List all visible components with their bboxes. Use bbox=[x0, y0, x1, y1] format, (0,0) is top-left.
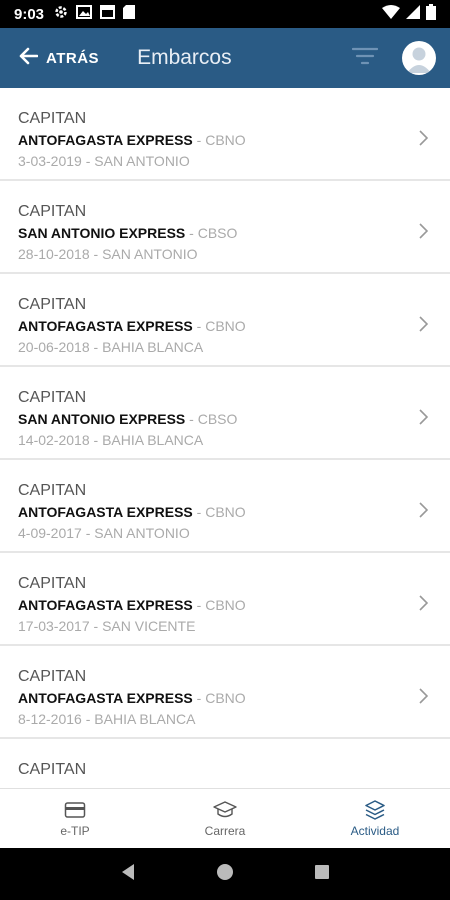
item-role: CAPITAN bbox=[18, 389, 87, 406]
avatar[interactable] bbox=[402, 41, 436, 75]
app-bar: ATRÁS Embarcos bbox=[0, 28, 450, 88]
item-code: CBSO bbox=[197, 225, 238, 241]
chevron-right-icon bbox=[418, 502, 429, 523]
item-date: 8-12-2016 bbox=[18, 711, 82, 727]
signal-icon bbox=[406, 5, 420, 23]
item-code: CBNO bbox=[205, 318, 246, 334]
bottom-nav: e-TIP Carrera Actividad bbox=[0, 788, 450, 848]
item-ship: SAN ANTONIO EXPRESS bbox=[18, 225, 186, 241]
arrow-left-icon bbox=[18, 47, 39, 70]
item-ship: ANTOFAGASTA EXPRESS bbox=[18, 504, 193, 520]
item-role: CAPITAN bbox=[18, 482, 87, 499]
item-date: 4-09-2017 bbox=[18, 525, 82, 541]
item-code: CBNO bbox=[205, 690, 246, 706]
item-role: CAPITAN bbox=[18, 761, 87, 778]
item-date: 3-03-2019 bbox=[18, 153, 82, 169]
nav-item-actividad[interactable]: Actividad bbox=[300, 789, 450, 848]
nav-item-etip[interactable]: e-TIP bbox=[0, 789, 150, 848]
system-home-icon[interactable] bbox=[216, 863, 234, 886]
item-role: CAPITAN bbox=[18, 575, 87, 592]
list-item[interactable]: CAPITAN ANTOFAGASTA EXPRESS - CBNO 20-06… bbox=[0, 274, 450, 367]
chevron-right-icon bbox=[418, 409, 429, 430]
filter-icon[interactable] bbox=[351, 47, 379, 70]
settings-gear-icon bbox=[54, 5, 68, 23]
item-port: SAN VICENTE bbox=[102, 618, 196, 634]
system-nav-bar bbox=[0, 848, 450, 900]
sd-card-icon bbox=[123, 5, 136, 23]
item-role: CAPITAN bbox=[18, 110, 87, 127]
item-code: CBNO bbox=[205, 132, 246, 148]
nav-label-etip: e-TIP bbox=[60, 823, 90, 838]
back-button[interactable]: ATRÁS bbox=[18, 47, 99, 70]
list-item[interactable]: CAPITAN SAN ANTONIO EXPRESS - CBSO 14-02… bbox=[0, 367, 450, 460]
item-port: BAHIA BLANCA bbox=[94, 711, 196, 727]
item-code: CBSO bbox=[197, 411, 238, 427]
battery-icon bbox=[426, 4, 436, 24]
item-port: SAN ANTONIO bbox=[94, 525, 190, 541]
item-role: CAPITAN bbox=[18, 203, 87, 220]
list-item[interactable]: CAPITAN bbox=[0, 739, 450, 788]
item-port: BAHIA BLANCA bbox=[102, 432, 204, 448]
item-date: 20-06-2018 bbox=[18, 339, 90, 355]
list-item[interactable]: CAPITAN SAN ANTONIO EXPRESS - CBSO 28-10… bbox=[0, 181, 450, 274]
item-ship: ANTOFAGASTA EXPRESS bbox=[18, 690, 193, 706]
list-item[interactable]: CAPITAN ANTOFAGASTA EXPRESS - CBNO 4-09-… bbox=[0, 460, 450, 553]
window-icon bbox=[100, 5, 116, 23]
item-code: CBNO bbox=[205, 504, 246, 520]
item-ship: ANTOFAGASTA EXPRESS bbox=[18, 132, 193, 148]
chevron-right-icon bbox=[418, 223, 429, 244]
item-port: BAHIA BLANCA bbox=[102, 339, 204, 355]
page-title: Embarcos bbox=[137, 46, 232, 69]
item-ship: ANTOFAGASTA EXPRESS bbox=[18, 597, 193, 613]
item-date: 28-10-2018 bbox=[18, 246, 90, 262]
chevron-right-icon bbox=[418, 595, 429, 616]
item-ship: SAN ANTONIO EXPRESS bbox=[18, 411, 186, 427]
nav-item-carrera[interactable]: Carrera bbox=[150, 789, 300, 848]
status-time: 9:03 bbox=[14, 5, 45, 23]
item-date: 14-02-2018 bbox=[18, 432, 90, 448]
item-role: CAPITAN bbox=[18, 296, 87, 313]
nav-label-actividad: Actividad bbox=[350, 823, 400, 838]
nav-label-carrera: Carrera bbox=[204, 823, 246, 838]
layers-icon bbox=[364, 799, 386, 820]
chevron-right-icon bbox=[418, 316, 429, 337]
gallery-icon bbox=[76, 5, 93, 23]
system-back-icon[interactable] bbox=[120, 863, 136, 886]
chevron-right-icon bbox=[418, 688, 429, 709]
status-bar: 9:03 bbox=[0, 0, 450, 28]
embarcos-list[interactable]: CAPITAN ANTOFAGASTA EXPRESS - CBNO 3-03-… bbox=[0, 88, 450, 788]
item-role: CAPITAN bbox=[18, 668, 87, 685]
item-code: CBNO bbox=[205, 597, 246, 613]
wifi-icon bbox=[382, 5, 400, 23]
card-icon bbox=[64, 800, 86, 820]
system-recents-icon[interactable] bbox=[314, 864, 330, 885]
item-port: SAN ANTONIO bbox=[102, 246, 198, 262]
list-item[interactable]: CAPITAN ANTOFAGASTA EXPRESS - CBNO 17-03… bbox=[0, 553, 450, 646]
item-date: 17-03-2017 bbox=[18, 618, 90, 634]
back-label: ATRÁS bbox=[46, 49, 100, 67]
list-item[interactable]: CAPITAN ANTOFAGASTA EXPRESS - CBNO 8-12-… bbox=[0, 646, 450, 739]
graduation-cap-icon bbox=[213, 800, 237, 820]
list-item[interactable]: CAPITAN ANTOFAGASTA EXPRESS - CBNO 3-03-… bbox=[0, 88, 450, 181]
chevron-right-icon bbox=[418, 130, 429, 151]
user-icon bbox=[407, 47, 431, 73]
item-ship: ANTOFAGASTA EXPRESS bbox=[18, 318, 193, 334]
item-port: SAN ANTONIO bbox=[94, 153, 190, 169]
